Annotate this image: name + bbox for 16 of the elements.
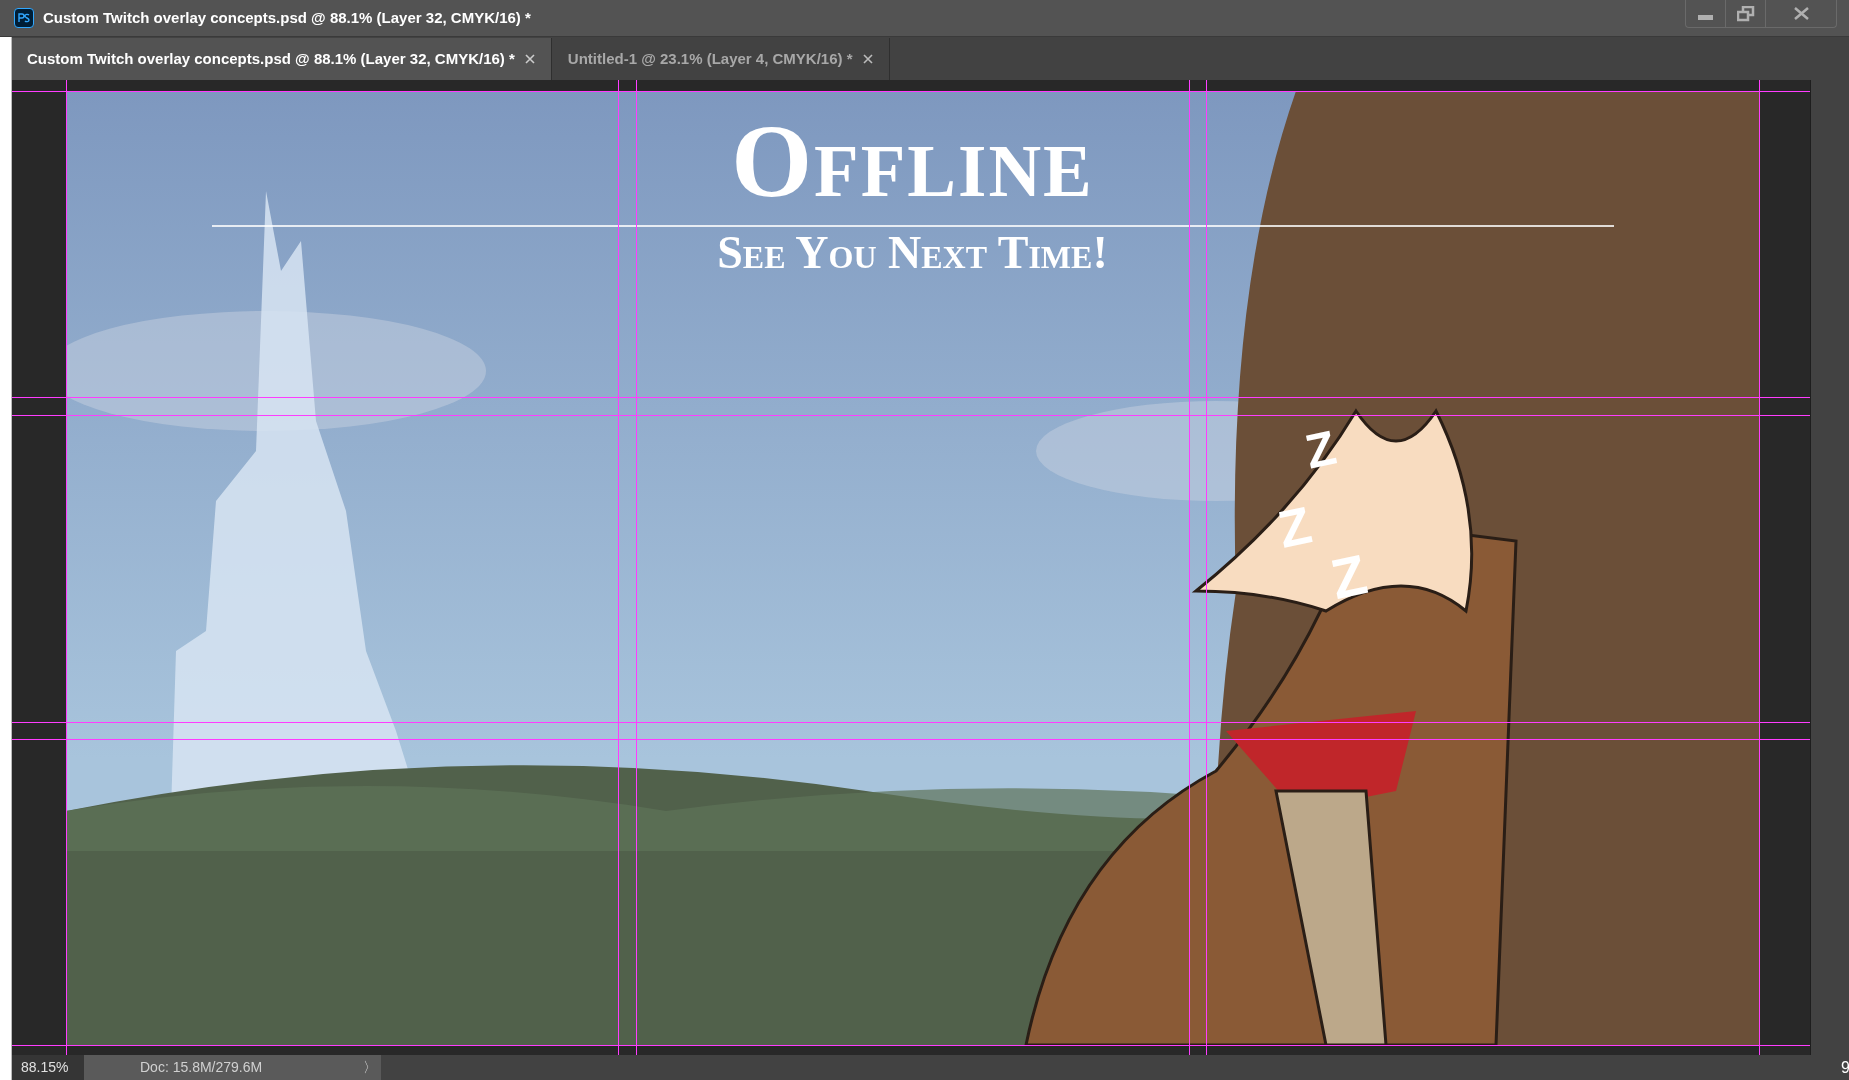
document-tab[interactable]: Custom Twitch overlay concepts.psd @ 88.1% (Layer 32, CMYK/16) * [12,38,552,80]
sleep-letter: Z [1301,423,1340,477]
restore-icon [1736,5,1755,22]
close-icon[interactable] [862,54,873,64]
subheading-text: See You Next Time! [717,227,1108,279]
minimize-icon [1698,15,1713,20]
window-title: Custom Twitch overlay concepts.psd @ 88.1% (Layer 32, CMYK/16) * [43,7,531,28]
zoom-level-text[interactable]: 88.15% [12,1055,84,1080]
panel-edge-text: 9 [1841,1057,1849,1078]
sleep-letter: Z [1273,498,1316,556]
document-size-text: Doc: 15.8M/279.6M [84,1055,359,1080]
app-logo-icon [14,8,34,28]
sleep-letter: Z [1326,546,1372,608]
close-icon[interactable] [524,54,535,64]
offline-heading: Offline [731,102,1094,220]
close-icon [1793,7,1809,20]
